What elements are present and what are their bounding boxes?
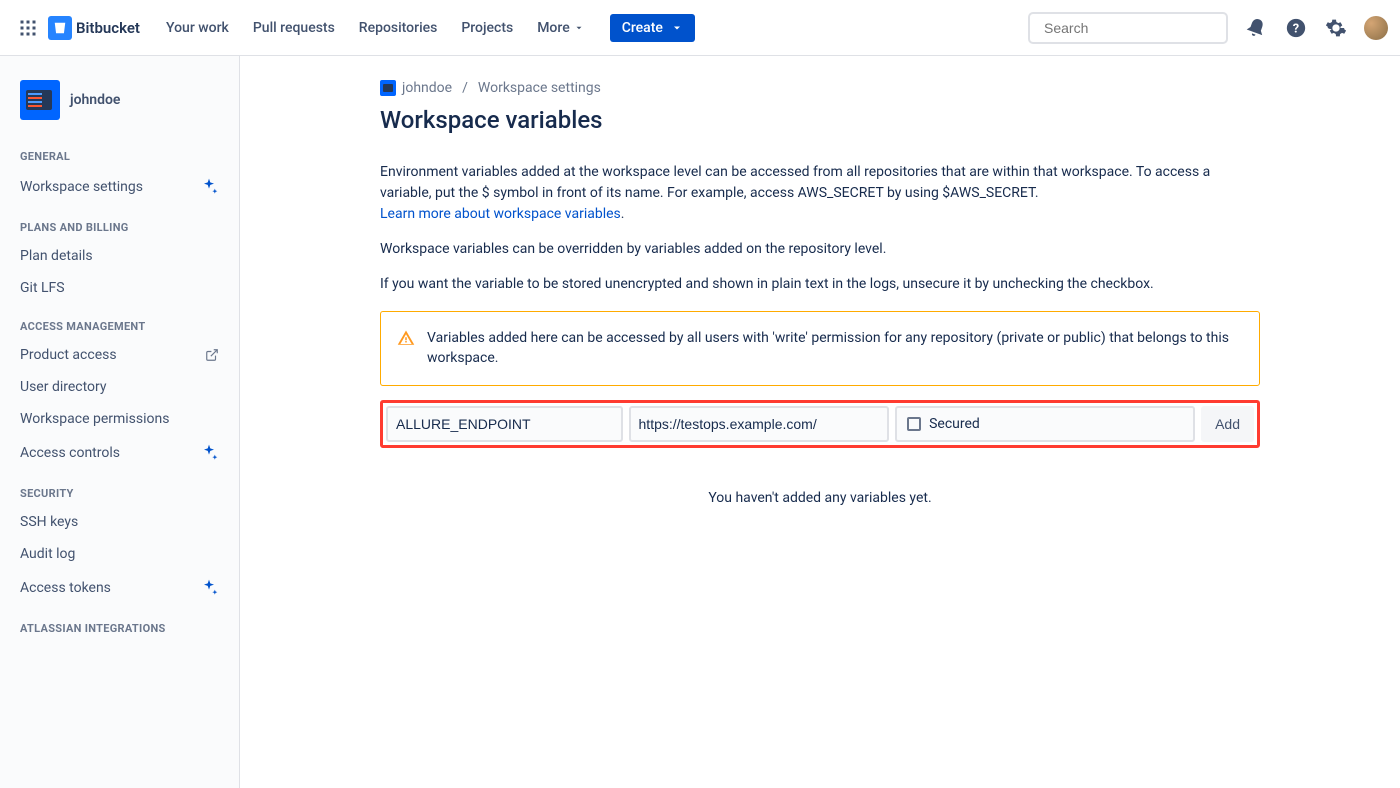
sidebar-item-plan-details[interactable]: Plan details (8, 240, 231, 272)
description-2: Workspace variables can be overridden by… (380, 239, 1260, 260)
sidebar-item-label: SSH keys (20, 514, 219, 530)
learn-more-link[interactable]: Learn more about workspace variables (380, 206, 621, 222)
workspace-name: johndoe (70, 92, 120, 108)
sidebar-item-ssh-keys[interactable]: SSH keys (8, 506, 231, 538)
nav-more[interactable]: More (527, 14, 594, 42)
warning-icon (397, 329, 415, 369)
nav-more-label: More (537, 20, 570, 36)
period: . (621, 206, 625, 222)
create-button-label: Create (622, 20, 663, 36)
help-button[interactable]: ? (1284, 16, 1308, 40)
apps-grid-icon (19, 19, 37, 37)
bitbucket-logo-text: Bitbucket (76, 19, 140, 37)
section-label-integrations: ATLASSIAN INTEGRATIONS (8, 606, 231, 641)
breadcrumb-current[interactable]: Workspace settings (478, 80, 601, 96)
bitbucket-logo[interactable]: Bitbucket (48, 16, 140, 40)
page-title: Workspace variables (380, 106, 1260, 134)
sidebar-item-workspace-settings[interactable]: Workspace settings (8, 169, 231, 205)
empty-state-message: You haven't added any variables yet. (380, 490, 1260, 506)
sidebar-item-label: Workspace settings (20, 179, 199, 195)
sidebar-item-access-controls[interactable]: Access controls (8, 435, 231, 471)
primary-nav: Your work Pull requests Repositories Pro… (156, 14, 695, 42)
nav-your-work[interactable]: Your work (156, 14, 239, 42)
description-1-text: Environment variables added at the works… (380, 164, 1210, 201)
secured-field: Secured (895, 406, 1195, 442)
topnav-utilities: ? (1244, 16, 1388, 40)
svg-text:?: ? (1293, 21, 1299, 36)
sidebar-item-workspace-permissions[interactable]: Workspace permissions (8, 403, 231, 435)
sidebar-item-label: Access controls (20, 445, 199, 461)
nav-repositories[interactable]: Repositories (349, 14, 448, 42)
description-1: Environment variables added at the works… (380, 162, 1260, 225)
nav-projects[interactable]: Projects (451, 14, 523, 42)
search-box[interactable] (1028, 12, 1228, 44)
breadcrumb: johndoe / Workspace settings (380, 80, 1260, 96)
sidebar-item-label: Access tokens (20, 580, 199, 596)
top-navigation: Bitbucket Your work Pull requests Reposi… (0, 0, 1400, 56)
notifications-button[interactable] (1244, 16, 1268, 40)
sparkle-icon (199, 578, 219, 598)
create-button[interactable]: Create (610, 14, 695, 42)
workspace-header[interactable]: johndoe (8, 80, 231, 134)
profile-avatar[interactable] (1364, 16, 1388, 40)
section-label-plans: PLANS AND BILLING (8, 205, 231, 240)
sparkle-icon (199, 443, 219, 463)
warning-banner: Variables added here can be accessed by … (380, 311, 1260, 386)
sidebar-item-product-access[interactable]: Product access (8, 339, 231, 371)
chevron-down-icon (574, 23, 584, 33)
gear-icon (1325, 17, 1347, 39)
sidebar-item-label: Product access (20, 347, 205, 363)
workspace-icon (380, 80, 396, 96)
variable-form-highlight: Secured Add (380, 400, 1260, 448)
sidebar-item-user-directory[interactable]: User directory (8, 371, 231, 403)
external-link-icon (205, 348, 219, 362)
secured-checkbox[interactable] (907, 417, 921, 431)
section-label-access: ACCESS MANAGEMENT (8, 304, 231, 339)
warning-text: Variables added here can be accessed by … (427, 328, 1243, 369)
sidebar-item-label: User directory (20, 379, 219, 395)
main-content: johndoe / Workspace settings Workspace v… (240, 56, 1400, 788)
add-variable-button[interactable]: Add (1201, 406, 1254, 442)
breadcrumb-separator: / (462, 80, 468, 96)
sidebar-item-label: Audit log (20, 546, 219, 562)
description-3: If you want the variable to be stored un… (380, 274, 1260, 295)
section-label-general: GENERAL (8, 134, 231, 169)
sidebar-item-git-lfs[interactable]: Git LFS (8, 272, 231, 304)
variable-add-row: Secured Add (386, 406, 1254, 442)
sidebar-item-access-tokens[interactable]: Access tokens (8, 570, 231, 606)
breadcrumb-current-label: Workspace settings (478, 80, 601, 96)
settings-button[interactable] (1324, 16, 1348, 40)
bitbucket-logo-icon (48, 16, 72, 40)
sidebar: johndoe GENERAL Workspace settings PLANS… (0, 56, 240, 788)
bell-icon (1245, 17, 1267, 39)
secured-label: Secured (929, 416, 980, 432)
chevron-down-icon (671, 22, 683, 34)
search-input[interactable] (1038, 20, 1225, 36)
breadcrumb-workspace-label: johndoe (402, 80, 452, 96)
help-icon: ? (1285, 17, 1307, 39)
nav-pull-requests[interactable]: Pull requests (243, 14, 345, 42)
sidebar-item-label: Git LFS (20, 280, 219, 296)
variable-name-input[interactable] (386, 406, 623, 442)
variable-value-input[interactable] (629, 406, 890, 442)
breadcrumb-workspace[interactable]: johndoe (380, 80, 452, 96)
workspace-icon (20, 80, 60, 120)
app-switcher-button[interactable] (12, 12, 44, 44)
sidebar-item-label: Workspace permissions (20, 411, 219, 427)
sidebar-item-audit-log[interactable]: Audit log (8, 538, 231, 570)
sparkle-icon (199, 177, 219, 197)
sidebar-item-label: Plan details (20, 248, 219, 264)
section-label-security: SECURITY (8, 471, 231, 506)
